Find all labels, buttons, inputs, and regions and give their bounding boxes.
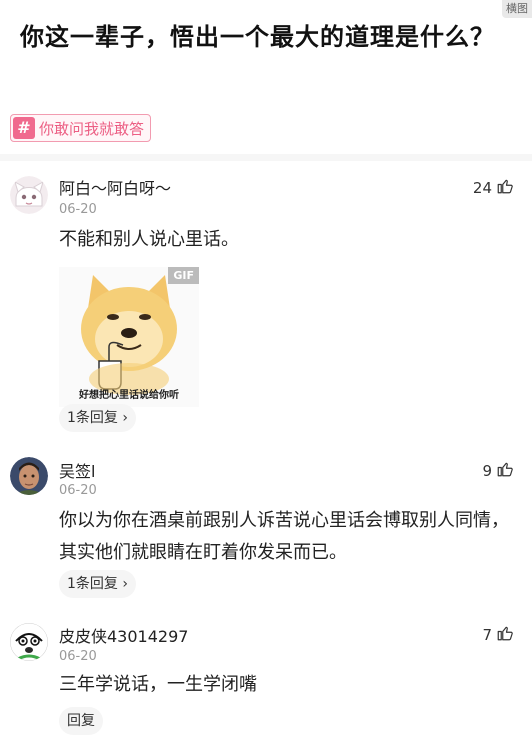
thumbs-up-icon: [496, 460, 514, 482]
like-count: 24: [472, 179, 492, 197]
section-divider: [0, 154, 532, 161]
reply-count-label: 1条回复: [67, 410, 118, 426]
comment-text: 三年学说话，一生学闭嘴: [59, 674, 257, 695]
meme-image[interactable]: GIF 好想把心里话说给你听: [59, 267, 199, 407]
reply-thread-button[interactable]: 1条回复 ›: [59, 404, 136, 432]
like-count: 9: [482, 462, 492, 480]
avatar[interactable]: [10, 457, 48, 495]
chevron-right-icon: ›: [122, 410, 128, 426]
comment-date: 06-20: [59, 202, 97, 217]
like-button[interactable]: 9: [482, 460, 514, 482]
comment-date: 06-20: [59, 649, 97, 664]
question-title: 你这一辈子，悟出一个最大的道理是什么？: [20, 23, 495, 51]
comment-text: 不能和别人说心里话。: [59, 229, 239, 250]
avatar[interactable]: [10, 623, 48, 661]
reply-button[interactable]: 回复: [59, 707, 103, 735]
comment-text: 你以为你在酒桌前跟别人诉苦说心里话会博取别人同情，其实他们就眼睛在盯着你发呆而已…: [59, 510, 509, 563]
comment-date: 06-20: [59, 483, 97, 498]
like-button[interactable]: 7: [482, 624, 514, 646]
username[interactable]: 吴签l: [59, 458, 95, 482]
reply-thread-button[interactable]: 1条回复 ›: [59, 570, 136, 598]
like-button[interactable]: 24: [473, 177, 514, 199]
chevron-right-icon: ›: [122, 576, 128, 592]
topic-label: 你敢问我就敢答: [39, 119, 145, 138]
thumbs-up-icon: [496, 177, 514, 199]
avatar[interactable]: [10, 176, 48, 214]
gif-badge: GIF: [168, 267, 199, 284]
topic-tag[interactable]: # 你敢问我就敢答: [10, 114, 152, 142]
hash-icon: #: [13, 117, 35, 139]
meme-caption: 好想把心里话说给你听: [79, 390, 179, 401]
username[interactable]: 阿白～阿白呀～: [59, 175, 171, 199]
like-count: 7: [482, 626, 492, 644]
username[interactable]: 皮皮侠43014297: [59, 623, 188, 647]
thumbs-up-icon: [496, 624, 514, 646]
reply-count-label: 1条回复: [67, 576, 118, 592]
